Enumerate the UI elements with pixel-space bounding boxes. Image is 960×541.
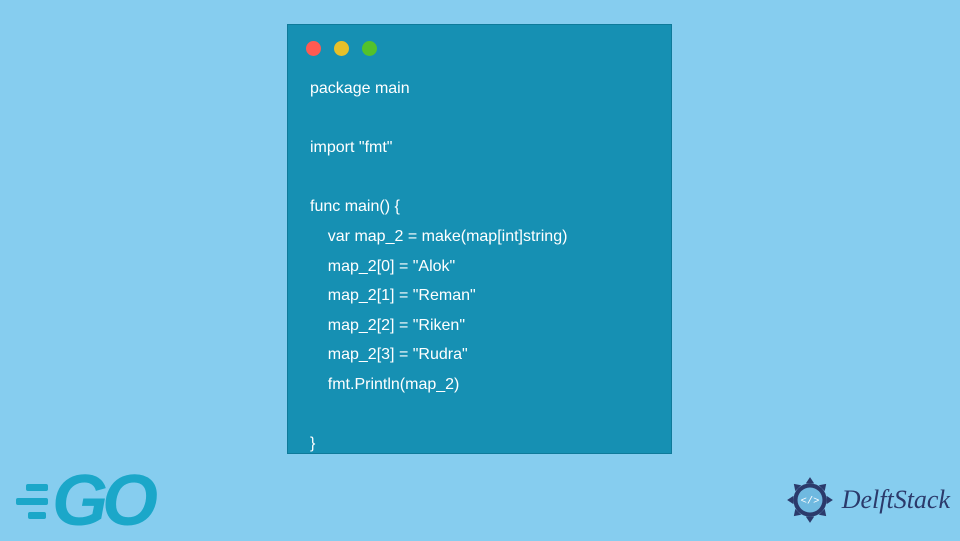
go-speed-lines-icon	[8, 484, 48, 519]
svg-text:</>: </>	[800, 496, 819, 508]
maximize-dot-icon	[362, 41, 377, 56]
delftstack-logo: </> DelftStack	[784, 474, 950, 526]
code-body: package main import "fmt" func main() { …	[288, 66, 671, 459]
delftstack-gear-icon: </>	[784, 474, 836, 526]
go-logo: GO	[8, 469, 152, 534]
close-dot-icon	[306, 41, 321, 56]
code-window: package main import "fmt" func main() { …	[287, 24, 672, 454]
delftstack-text: DelftStack	[842, 485, 950, 515]
minimize-dot-icon	[334, 41, 349, 56]
window-controls	[288, 25, 671, 66]
go-logo-text: GO	[52, 469, 152, 534]
